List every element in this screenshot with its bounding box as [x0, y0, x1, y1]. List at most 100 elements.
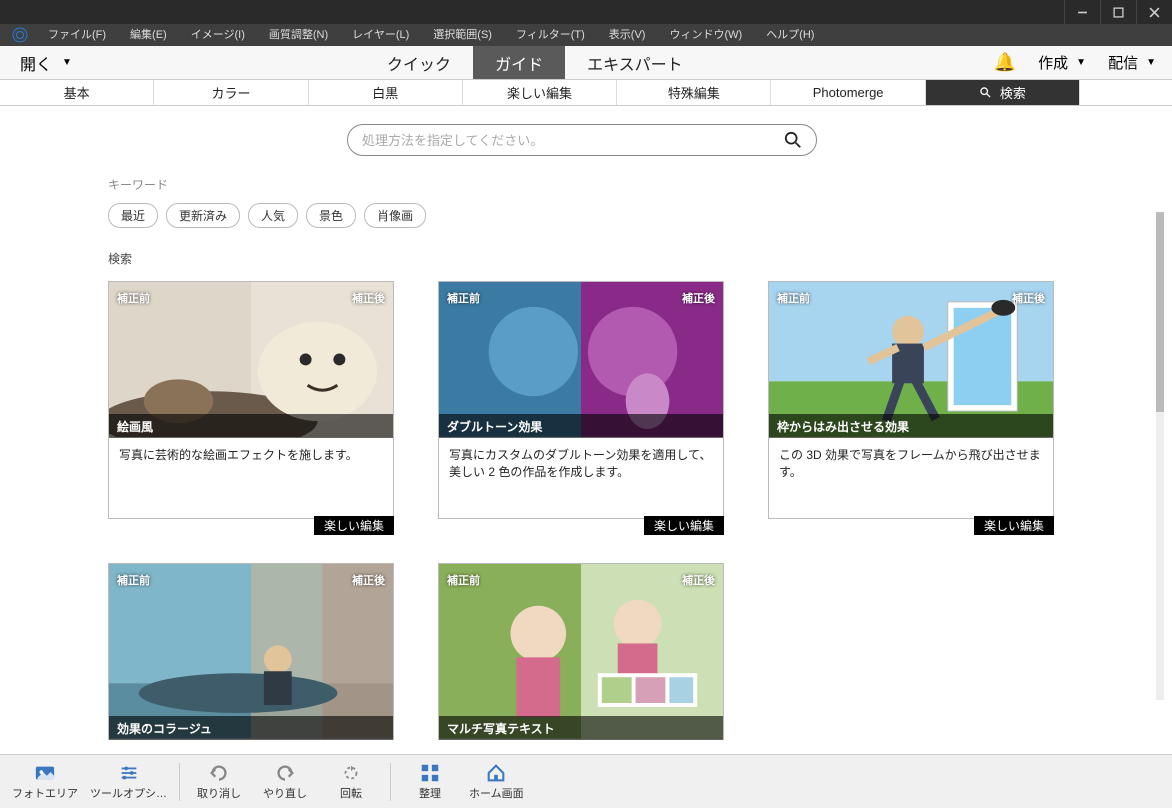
- menu-enhance[interactable]: 画質調整(N): [257, 24, 340, 46]
- label-after: 補正後: [352, 290, 385, 306]
- tool-options-button[interactable]: ツールオプシ…: [90, 762, 167, 801]
- tab-photomerge[interactable]: Photomerge: [771, 80, 925, 105]
- card-painterly[interactable]: 補正前 補正後 絵画風 写真に芸術的な絵画エフェクトを施します。 楽しい編集: [108, 281, 394, 519]
- mode-expert[interactable]: エキスパート: [565, 46, 705, 79]
- separator: [390, 763, 391, 801]
- open-label: 開く: [20, 51, 52, 75]
- bb-label: やり直し: [263, 785, 307, 801]
- label-after: 補正後: [352, 572, 385, 588]
- bb-label: フォトエリア: [12, 785, 78, 801]
- label-before: 補正前: [447, 572, 480, 588]
- mode-guide[interactable]: ガイド: [473, 46, 565, 79]
- rotate-button[interactable]: 回転: [324, 762, 378, 801]
- scrollbar-thumb[interactable]: [1156, 212, 1164, 412]
- card-category-tag: 楽しい編集: [974, 516, 1054, 535]
- menu-window[interactable]: ウィンドウ(W): [657, 24, 754, 46]
- bb-label: 取り消し: [197, 785, 241, 801]
- card-title: マルチ写真テキスト: [439, 716, 723, 740]
- content-scrollbar[interactable]: [1156, 212, 1164, 700]
- label-after: 補正後: [682, 572, 715, 588]
- menu-view[interactable]: 表示(V): [597, 24, 658, 46]
- menu-file[interactable]: ファイル(F): [36, 24, 118, 46]
- bb-label: ホーム画面: [469, 785, 524, 801]
- menu-help[interactable]: ヘルプ(H): [754, 24, 826, 46]
- card-multi-photo-text[interactable]: 補正前 補正後 マルチ写真テキスト: [438, 563, 724, 740]
- undo-button[interactable]: 取り消し: [192, 762, 246, 801]
- search-icon: [784, 131, 802, 149]
- redo-button[interactable]: やり直し: [258, 762, 312, 801]
- mode-toolbar: 開く ▼ クイック ガイド エキスパート 🔔 作成 ▼ 配信 ▼: [0, 46, 1172, 80]
- label-before: 補正前: [447, 290, 480, 306]
- card-thumbnail: [109, 564, 393, 739]
- photo-bin-icon: [34, 762, 56, 784]
- bb-label: 整理: [419, 785, 441, 801]
- tab-color[interactable]: カラー: [154, 80, 308, 105]
- chip-portrait[interactable]: 肖像画: [364, 203, 426, 228]
- keywords-label: キーワード: [108, 176, 1164, 193]
- chip-scenery[interactable]: 景色: [306, 203, 356, 228]
- tab-special-edits[interactable]: 特殊編集: [617, 80, 771, 105]
- label-before: 補正前: [117, 290, 150, 306]
- tab-bw[interactable]: 白黒: [309, 80, 463, 105]
- bb-label: 回転: [340, 785, 362, 801]
- menu-image[interactable]: イメージ(I): [179, 24, 257, 46]
- share-dropdown[interactable]: 配信 ▼: [1108, 52, 1156, 73]
- results-grid: 補正前 補正後 絵画風 写真に芸術的な絵画エフェクトを施します。 楽しい編集: [108, 281, 1108, 740]
- card-description: 写真にカスタムのダブルトーン効果を適用して、美しい 2 色の作品を作成します。: [439, 438, 723, 518]
- share-label: 配信: [1108, 52, 1138, 73]
- card-title: ダブルトーン効果: [439, 414, 723, 438]
- mode-quick[interactable]: クイック: [365, 46, 473, 79]
- photo-bin-button[interactable]: フォトエリア: [12, 762, 78, 801]
- card-title: 絵画風: [109, 414, 393, 438]
- card-title: 効果のコラージュ: [109, 716, 393, 740]
- chip-popular[interactable]: 人気: [248, 203, 298, 228]
- menu-edit[interactable]: 編集(E): [118, 24, 179, 46]
- caret-down-icon: ▼: [1076, 57, 1086, 68]
- keyword-chips: 最近 更新済み 人気 景色 肖像画: [108, 203, 1164, 228]
- chip-recent[interactable]: 最近: [108, 203, 158, 228]
- rotate-icon: [340, 762, 362, 784]
- bb-label: ツールオプシ…: [90, 785, 167, 801]
- card-duotone[interactable]: 補正前 補正後 ダブルトーン効果 写真にカスタムのダブルトーン効果を適用して、美…: [438, 281, 724, 519]
- tab-basic[interactable]: 基本: [0, 80, 154, 105]
- card-out-of-bounds[interactable]: 補正前 補正後 枠からはみ出させる効果 この 3D 効果で写真をフレームから飛び…: [768, 281, 1054, 519]
- label-before: 補正前: [777, 290, 810, 306]
- tab-search-label: 検索: [1000, 83, 1026, 102]
- label-after: 補正後: [1012, 290, 1045, 306]
- home-icon: [485, 762, 507, 784]
- home-button[interactable]: ホーム画面: [469, 762, 524, 801]
- notification-bell-icon[interactable]: 🔔: [994, 52, 1016, 73]
- chip-updated[interactable]: 更新済み: [166, 203, 240, 228]
- maximize-button[interactable]: [1100, 0, 1136, 24]
- caret-down-icon: ▼: [1146, 57, 1156, 68]
- separator: [179, 763, 180, 801]
- tool-options-icon: [118, 762, 140, 784]
- bottom-bar: フォトエリア ツールオプシ… 取り消し やり直し 回転 整理 ホーム画面: [0, 754, 1172, 808]
- minimize-button[interactable]: [1064, 0, 1100, 24]
- card-title: 枠からはみ出させる効果: [769, 414, 1053, 438]
- card-category-tag: 楽しい編集: [314, 516, 394, 535]
- card-effect-collage[interactable]: 補正前 補正後 効果のコラージュ: [108, 563, 394, 740]
- menu-bar: ファイル(F) 編集(E) イメージ(I) 画質調整(N) レイヤー(L) 選択…: [0, 24, 1172, 46]
- category-tabs: 基本 カラー 白黒 楽しい編集 特殊編集 Photomerge 検索: [0, 80, 1172, 106]
- tab-spacer: [1080, 80, 1172, 105]
- organizer-icon: [419, 762, 441, 784]
- window-title-bar: [0, 0, 1172, 24]
- tab-fun-edits[interactable]: 楽しい編集: [463, 80, 617, 105]
- results-label: 検索: [108, 250, 1164, 267]
- label-after: 補正後: [682, 290, 715, 306]
- menu-layer[interactable]: レイヤー(L): [340, 24, 421, 46]
- search-box[interactable]: [347, 124, 817, 156]
- open-dropdown[interactable]: 開く ▼: [0, 46, 92, 79]
- app-icon: [4, 24, 36, 46]
- menu-select[interactable]: 選択範囲(S): [421, 24, 504, 46]
- search-input[interactable]: [362, 133, 784, 148]
- organizer-button[interactable]: 整理: [403, 762, 457, 801]
- card-category-tag: 楽しい編集: [644, 516, 724, 535]
- menu-filter[interactable]: フィルター(T): [504, 24, 597, 46]
- card-thumbnail: [439, 564, 723, 739]
- close-button[interactable]: [1136, 0, 1172, 24]
- tab-search[interactable]: 検索: [926, 80, 1080, 105]
- create-dropdown[interactable]: 作成 ▼: [1038, 52, 1086, 73]
- content-area: キーワード 最近 更新済み 人気 景色 肖像画 検索: [0, 106, 1164, 754]
